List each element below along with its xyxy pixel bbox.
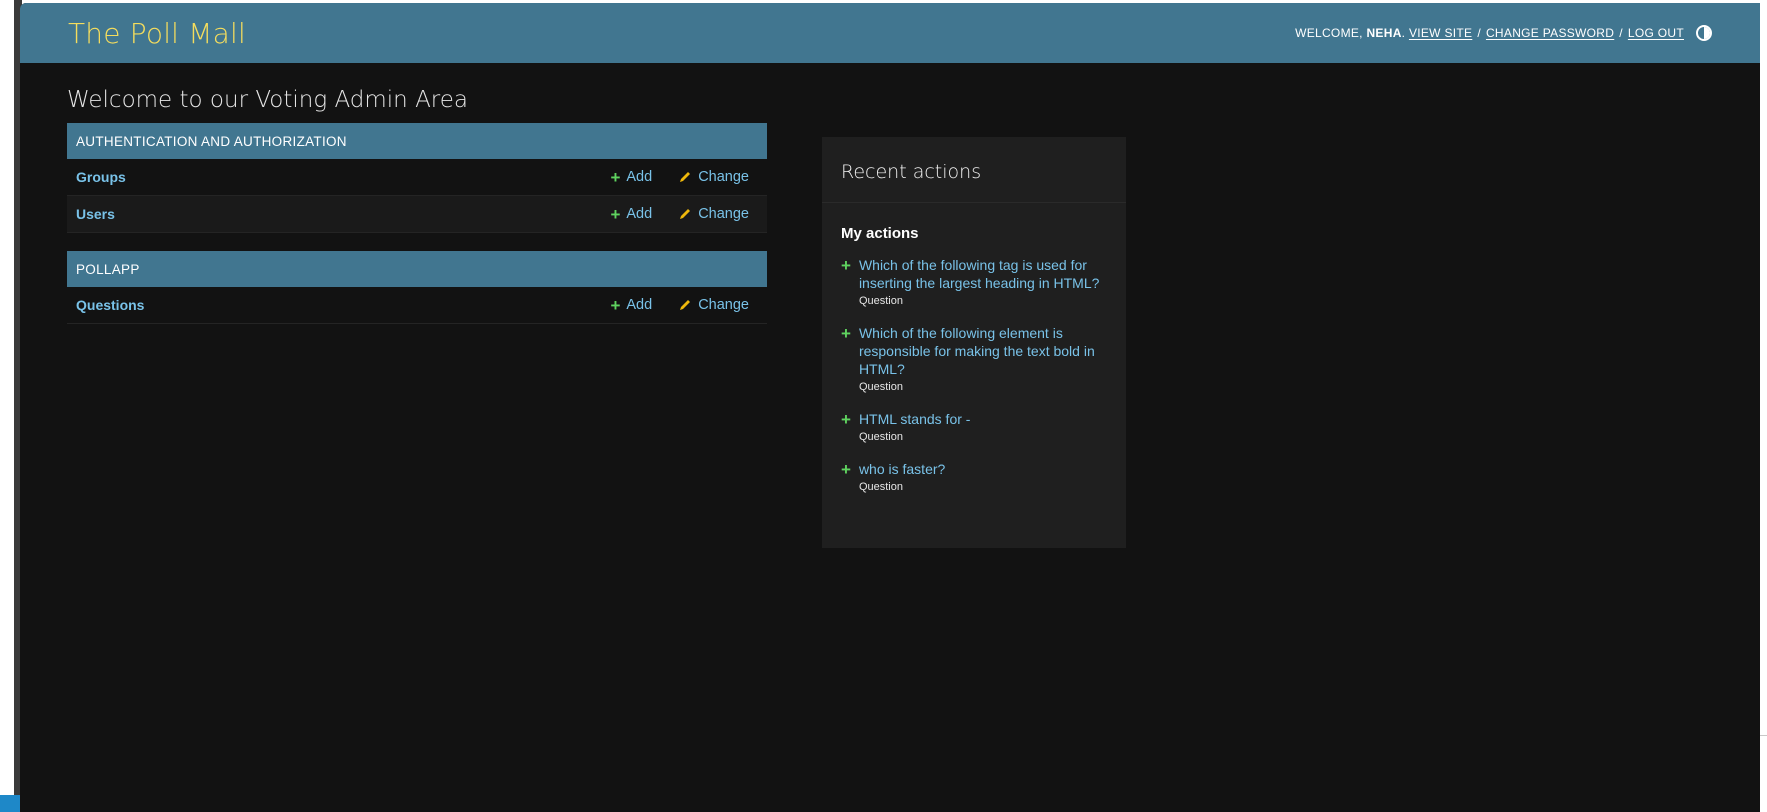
- list-item: + who is faster? Question: [841, 460, 1108, 493]
- change-users-button[interactable]: Change: [678, 206, 749, 222]
- model-row-questions: Questions + Add Change: [67, 287, 767, 324]
- username: Neha: [1366, 26, 1402, 40]
- list-item: + HTML stands for - Question: [841, 410, 1108, 443]
- plus-icon: +: [841, 256, 851, 275]
- header: The Poll Mall Welcome, Neha. View site / C…: [20, 3, 1760, 63]
- log-out-link[interactable]: Log out: [1628, 26, 1684, 40]
- add-groups-button[interactable]: + Add: [610, 169, 652, 186]
- site-name-link[interactable]: The Poll Mall: [68, 17, 246, 50]
- plus-icon: +: [841, 460, 851, 479]
- add-questions-button[interactable]: + Add: [610, 297, 652, 314]
- action-link[interactable]: HTML stands for -: [859, 410, 971, 428]
- change-groups-button[interactable]: Change: [678, 169, 749, 185]
- left-window-edge: [0, 0, 22, 812]
- model-row-users: Users + Add Change: [67, 196, 767, 233]
- action-link[interactable]: Which of the following element is respon…: [859, 324, 1108, 378]
- plus-icon: +: [610, 295, 621, 315]
- action-type: Question: [858, 481, 903, 493]
- theme-toggle-icon[interactable]: [1696, 25, 1712, 41]
- admin-window: The Poll Mall Welcome, Neha. View site / C…: [20, 3, 1760, 812]
- list-item: + Which of the following tag is used for…: [841, 256, 1108, 307]
- page-title: Welcome to our Voting Admin Area: [67, 87, 468, 113]
- module-caption-auth[interactable]: Authentication and Authorization: [67, 123, 767, 159]
- view-site-link[interactable]: View site: [1409, 26, 1472, 40]
- add-users-button[interactable]: + Add: [610, 206, 652, 223]
- model-link-groups[interactable]: Groups: [76, 169, 126, 185]
- action-type: Question: [858, 381, 903, 393]
- welcome-label: Welcome,: [1295, 26, 1363, 40]
- list-item: + Which of the following element is resp…: [841, 324, 1108, 393]
- pencil-icon: [680, 209, 691, 219]
- model-actions: + Add Change: [610, 297, 749, 314]
- recent-actions-title: Recent actions: [822, 137, 1126, 203]
- change-questions-button[interactable]: Change: [678, 297, 749, 313]
- right-window-edge: [1760, 0, 1767, 812]
- action-link[interactable]: Which of the following tag is used for i…: [859, 256, 1108, 292]
- app-module-auth: Authentication and Authorization Groups …: [67, 123, 767, 233]
- model-link-questions[interactable]: Questions: [76, 297, 144, 313]
- action-list: + Which of the following tag is used for…: [822, 242, 1126, 493]
- action-type: Question: [858, 295, 903, 307]
- plus-icon: +: [841, 324, 851, 343]
- plus-icon: +: [841, 410, 851, 429]
- pencil-icon: [680, 172, 691, 182]
- pencil-icon: [680, 300, 691, 310]
- user-tools: Welcome, Neha. View site / Change password…: [1295, 25, 1712, 41]
- edge-divider: [1760, 735, 1767, 736]
- change-password-link[interactable]: Change password: [1486, 26, 1614, 40]
- taskbar-fragment: [0, 795, 22, 812]
- model-row-groups: Groups + Add Change: [67, 159, 767, 196]
- module-caption-pollapp[interactable]: Pollapp: [67, 251, 767, 287]
- app-module-pollapp: Pollapp Questions + Add Change: [67, 251, 767, 324]
- action-type: Question: [858, 431, 903, 443]
- model-link-users[interactable]: Users: [76, 206, 115, 222]
- separator: /: [1619, 26, 1623, 40]
- model-actions: + Add Change: [610, 206, 749, 223]
- my-actions-heading: My actions: [841, 225, 919, 242]
- recent-actions-panel: Recent actions My actions + Which of the…: [822, 137, 1126, 548]
- plus-icon: +: [610, 167, 621, 187]
- separator: /: [1477, 26, 1481, 40]
- plus-icon: +: [610, 204, 621, 224]
- model-actions: + Add Change: [610, 169, 749, 186]
- action-link[interactable]: who is faster?: [859, 460, 945, 478]
